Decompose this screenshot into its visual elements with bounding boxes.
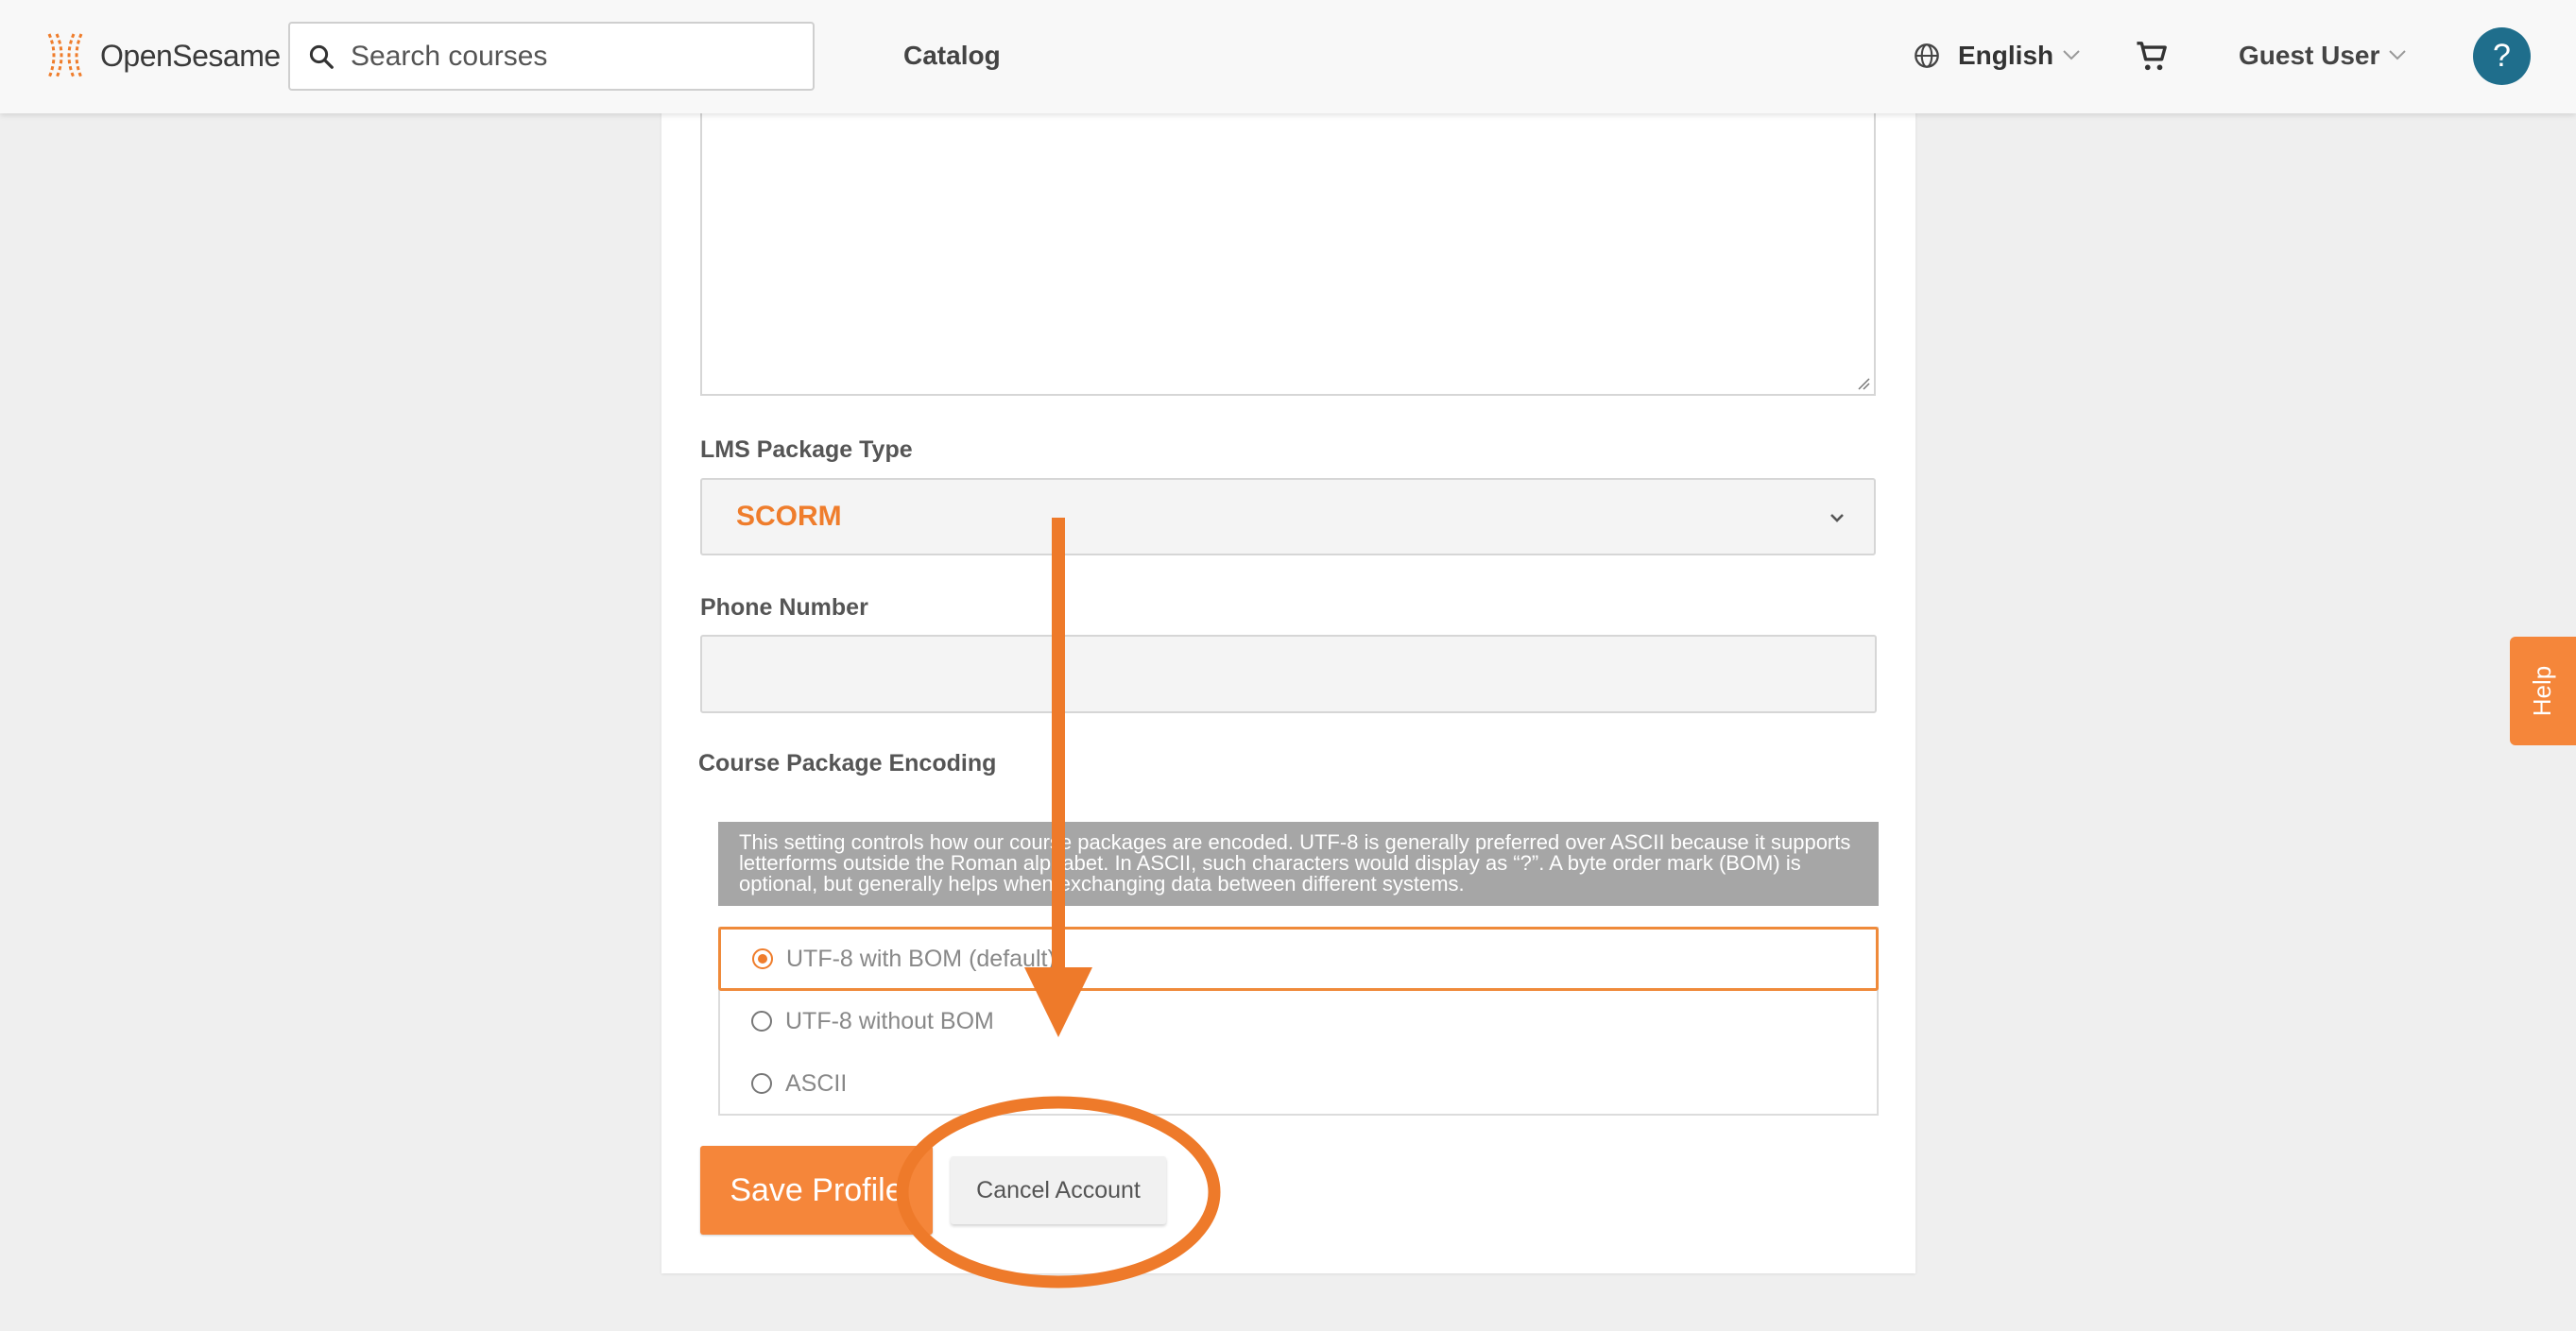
bio-textarea[interactable] <box>700 94 1876 396</box>
encoding-option-label: UTF-8 without BOM <box>785 1007 994 1034</box>
encoding-option-label: UTF-8 with BOM (default) <box>786 945 1056 972</box>
resize-handle-icon[interactable] <box>1857 377 1870 390</box>
chevron-down-icon <box>1830 514 1844 522</box>
logo-icon <box>47 33 83 78</box>
cancel-account-button[interactable]: Cancel Account <box>951 1156 1166 1224</box>
search-box[interactable] <box>288 22 815 91</box>
language-selector[interactable]: English <box>1958 41 2053 71</box>
encoding-option-ascii[interactable]: ASCII <box>720 1053 1877 1114</box>
chevron-down-icon[interactable] <box>2387 48 2408 61</box>
phone-number-field[interactable] <box>700 635 1877 713</box>
cart-icon[interactable] <box>2135 41 2169 73</box>
radio-button[interactable] <box>751 1073 772 1094</box>
user-menu[interactable]: Guest User <box>2239 41 2379 71</box>
encoding-option-label: ASCII <box>785 1069 848 1097</box>
save-profile-button[interactable]: Save Profile <box>700 1146 933 1235</box>
chevron-down-icon[interactable] <box>2061 48 2082 61</box>
course-package-encoding-label: Course Package Encoding <box>698 750 997 776</box>
help-tab-label: Help <box>2528 665 2557 717</box>
lms-package-select[interactable]: SCORM <box>700 478 1876 555</box>
encoding-option-utf8-bom[interactable]: UTF-8 with BOM (default) <box>718 927 1879 991</box>
nav-catalog-link[interactable]: Catalog <box>903 41 1001 71</box>
globe-icon <box>1915 43 1939 68</box>
encoding-radio-group: UTF-8 with BOM (default) UTF-8 without B… <box>718 927 1879 1116</box>
search-input[interactable] <box>349 26 813 86</box>
brand-name: OpenSesame <box>100 38 281 73</box>
phone-number-label: Phone Number <box>700 594 868 621</box>
help-side-tab[interactable]: Help <box>2510 637 2576 745</box>
top-header: OpenSesame Catalog English Guest User ? <box>0 0 2576 113</box>
encoding-option-utf8-no-bom[interactable]: UTF-8 without BOM <box>720 991 1877 1051</box>
help-button[interactable]: ? <box>2473 27 2531 85</box>
lms-package-value: SCORM <box>736 501 842 532</box>
radio-button-selected[interactable] <box>752 948 773 969</box>
radio-button[interactable] <box>751 1011 772 1032</box>
opensesame-logo[interactable]: OpenSesame <box>43 30 281 81</box>
search-icon <box>309 44 334 69</box>
lms-package-label: LMS Package Type <box>700 436 913 463</box>
encoding-info-note: This setting controls how our course pac… <box>718 822 1879 906</box>
